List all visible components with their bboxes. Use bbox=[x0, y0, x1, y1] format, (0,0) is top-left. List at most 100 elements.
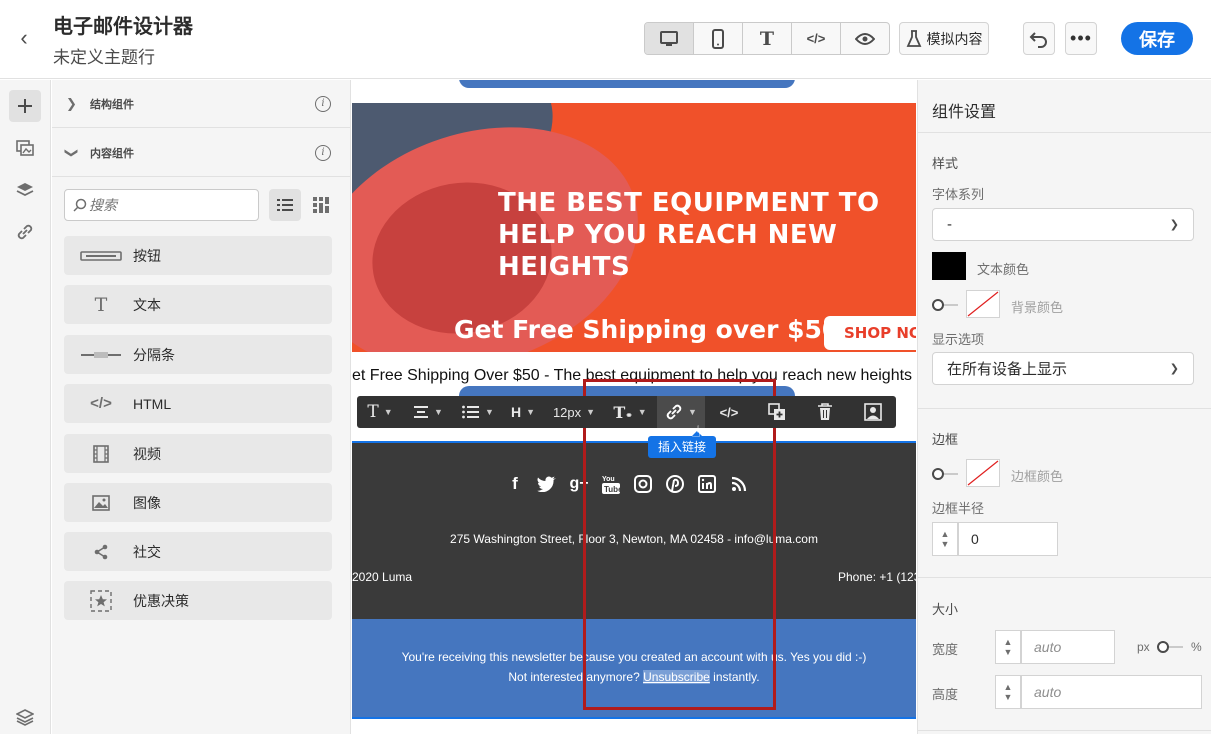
font-size-dropdown[interactable]: 12px ▼ bbox=[547, 396, 601, 428]
component-divider[interactable]: 分隔条 bbox=[64, 335, 332, 374]
delete-button[interactable] bbox=[807, 396, 843, 428]
font-family-select[interactable]: - ❯ bbox=[932, 208, 1194, 241]
eye-icon bbox=[855, 32, 875, 45]
chevron-down-icon: ▼ bbox=[383, 407, 393, 417]
grid-icon bbox=[313, 197, 329, 213]
chevron-up-icon[interactable]: ▲ bbox=[1004, 637, 1013, 647]
undo-button[interactable] bbox=[1023, 22, 1055, 55]
align-center-icon bbox=[414, 406, 429, 418]
border-color-swatch[interactable] bbox=[966, 459, 1000, 487]
border-radius-stepper[interactable]: ▲ ▼ bbox=[932, 522, 958, 556]
more-options-button[interactable]: ••• bbox=[1065, 22, 1097, 55]
chevron-up-icon[interactable]: ▲ bbox=[1004, 682, 1013, 692]
text-view-button[interactable]: T bbox=[743, 23, 792, 54]
list-icon bbox=[277, 199, 293, 211]
text-color-label: 文本颜色 bbox=[977, 262, 1030, 277]
preview-button[interactable] bbox=[841, 23, 889, 54]
button-icon bbox=[80, 245, 122, 267]
chevron-down-icon: ▼ bbox=[526, 407, 536, 417]
email-button-top[interactable] bbox=[459, 80, 795, 88]
component-offer-decision[interactable]: 优惠决策 bbox=[64, 581, 332, 620]
unit-percent-label: % bbox=[1191, 640, 1202, 654]
layers-settings-icon[interactable] bbox=[9, 701, 41, 733]
heading-dropdown[interactable]: H ▼ bbox=[507, 396, 539, 428]
search-field[interactable] bbox=[64, 189, 259, 221]
html-source-button[interactable]: </> bbox=[713, 396, 745, 428]
component-label: 分隔条 bbox=[133, 346, 175, 363]
links-icon[interactable] bbox=[9, 216, 41, 248]
assets-icon[interactable] bbox=[9, 132, 41, 164]
save-fragment-button[interactable] bbox=[855, 396, 891, 428]
more-icon: ••• bbox=[1070, 28, 1092, 48]
background-color-swatch[interactable] bbox=[966, 290, 1000, 318]
back-chevron-icon[interactable]: ‹ bbox=[12, 26, 36, 50]
display-options-select[interactable]: 在所有设备上显示 ❯ bbox=[932, 352, 1194, 385]
toggle-knob bbox=[932, 299, 944, 311]
text-style-dropdown[interactable]: T ▼ bbox=[357, 396, 403, 428]
chevron-up-icon[interactable]: ▲ bbox=[941, 529, 950, 539]
fragment-icon bbox=[864, 403, 882, 421]
footer-copyright: 2020 Luma bbox=[352, 570, 413, 584]
link-icon bbox=[666, 404, 682, 420]
layers-icon[interactable] bbox=[9, 174, 41, 206]
search-input[interactable] bbox=[89, 197, 249, 213]
code-icon: </> bbox=[806, 31, 826, 46]
component-text[interactable]: T 文本 bbox=[64, 285, 332, 324]
text-color-swatch[interactable] bbox=[932, 252, 966, 280]
font-family-label: 字体系列 bbox=[932, 187, 985, 202]
structure-components-accordion[interactable]: ❯ 结构组件 i bbox=[52, 80, 351, 128]
component-settings-panel: 组件设置 样式 字体系列 - ❯ 文本颜色 背景颜色 显示选项 在所有设备上显示 ❯… bbox=[917, 80, 1211, 734]
list-view-toggle[interactable] bbox=[269, 189, 301, 221]
alignment-dropdown[interactable]: ▼ bbox=[407, 396, 449, 428]
info-icon[interactable]: i bbox=[315, 144, 331, 161]
facebook-icon[interactable]: f bbox=[505, 473, 525, 495]
desktop-view-button[interactable] bbox=[645, 23, 694, 54]
component-label: HTML bbox=[133, 395, 172, 412]
divider-icon bbox=[80, 344, 122, 366]
chevron-down-icon[interactable]: ▼ bbox=[1004, 692, 1013, 702]
save-button[interactable]: 保存 bbox=[1121, 22, 1193, 55]
code-view-button[interactable]: </> bbox=[792, 23, 841, 54]
toggle-knob bbox=[1157, 641, 1169, 653]
component-social[interactable]: 社交 bbox=[64, 532, 332, 571]
width-stepper[interactable]: ▲ ▼ bbox=[995, 630, 1021, 664]
text-personalization-icon: T⚭ bbox=[613, 402, 633, 422]
font-size-value: 12px bbox=[552, 404, 582, 420]
chevron-down-icon: ▼ bbox=[485, 407, 494, 417]
width-input[interactable]: auto bbox=[1021, 630, 1115, 664]
background-color-toggle[interactable] bbox=[932, 299, 958, 311]
component-video[interactable]: 视频 bbox=[64, 434, 332, 473]
mobile-view-button[interactable] bbox=[694, 23, 743, 54]
border-radius-input[interactable]: 0 bbox=[958, 522, 1058, 556]
height-input[interactable]: auto bbox=[1021, 675, 1202, 709]
chevron-down-icon[interactable]: ▼ bbox=[1004, 647, 1013, 657]
duplicate-button[interactable] bbox=[759, 396, 795, 428]
add-components-icon[interactable] bbox=[9, 90, 41, 122]
height-stepper[interactable]: ▲ ▼ bbox=[995, 675, 1021, 709]
width-unit-toggle[interactable] bbox=[1157, 641, 1183, 653]
component-image[interactable]: 图像 bbox=[64, 483, 332, 522]
subject-line[interactable]: 未定义主题行 bbox=[53, 43, 155, 68]
text-format-icon: T bbox=[367, 402, 379, 422]
list-dropdown[interactable]: ▼ bbox=[455, 396, 501, 428]
hero-subtitle: Get Free Shipping over $50 bbox=[454, 315, 840, 344]
text-icon: T bbox=[94, 293, 108, 316]
component-html[interactable]: </> HTML bbox=[64, 384, 332, 423]
chevron-down-icon[interactable]: ▼ bbox=[941, 539, 950, 549]
simulate-content-button[interactable]: 模拟内容 bbox=[899, 22, 989, 55]
component-button[interactable]: 按钮 bbox=[64, 236, 332, 275]
width-label: 宽度 bbox=[932, 642, 959, 657]
twitter-icon[interactable] bbox=[537, 473, 557, 495]
insert-link-tooltip: 插入链接 bbox=[648, 431, 716, 458]
grid-view-toggle[interactable] bbox=[305, 189, 337, 221]
shop-now-button[interactable]: SHOP NOW bbox=[824, 316, 916, 350]
info-icon[interactable]: i bbox=[315, 95, 331, 112]
personalization-dropdown[interactable]: T⚭ ▼ bbox=[607, 396, 653, 428]
page-title: 电子邮件设计器 bbox=[53, 16, 193, 38]
left-rail bbox=[0, 80, 51, 734]
hero-banner-image[interactable]: THE BEST EQUIPMENT TO HELP YOU REACH NEW… bbox=[352, 103, 916, 352]
chevron-down-icon: ▼ bbox=[434, 407, 443, 417]
toggle-track bbox=[1169, 646, 1183, 648]
border-color-toggle[interactable] bbox=[932, 468, 958, 480]
content-components-accordion[interactable]: ❯ 内容组件 i bbox=[52, 129, 351, 177]
